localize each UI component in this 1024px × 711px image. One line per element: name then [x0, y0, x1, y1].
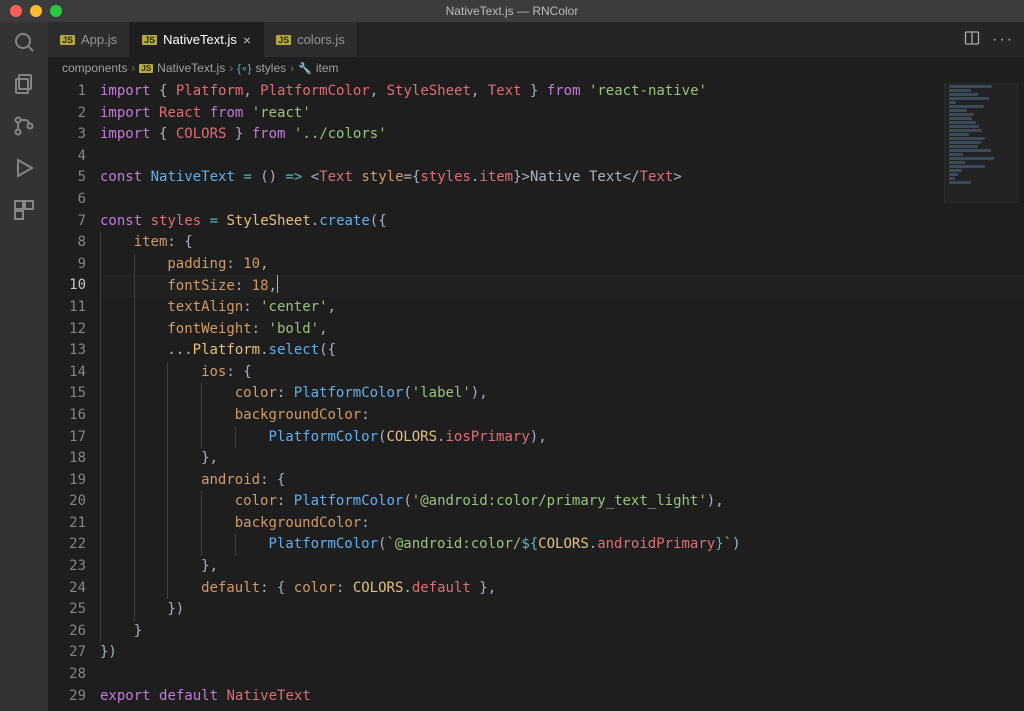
chevron-right-icon: › — [131, 61, 135, 75]
tab-nativetext-js[interactable]: JS NativeText.js × — [130, 22, 264, 57]
chevron-right-icon: › — [229, 61, 233, 75]
run-debug-icon[interactable] — [12, 156, 36, 180]
js-file-icon: JS — [276, 35, 291, 45]
chevron-right-icon: › — [290, 61, 294, 75]
window-close-button[interactable] — [10, 5, 22, 17]
editor-body[interactable]: 1 2 3 4 5 6 7 8 9 10 11 12 13 14 15 16 1… — [48, 79, 1024, 711]
tab-label: colors.js — [297, 32, 345, 47]
breadcrumb-folder[interactable]: components — [62, 61, 127, 75]
traffic-lights — [0, 5, 62, 17]
window-title: NativeText.js — RNColor — [0, 4, 1024, 18]
breadcrumb-symbol[interactable]: styles — [255, 61, 286, 75]
explorer-icon[interactable] — [12, 72, 36, 96]
editor-actions: ··· — [954, 22, 1024, 57]
tab-label: NativeText.js — [163, 32, 237, 47]
line-number-gutter: 1 2 3 4 5 6 7 8 9 10 11 12 13 14 15 16 1… — [48, 79, 100, 711]
search-icon[interactable] — [12, 30, 36, 54]
text-cursor — [277, 275, 278, 293]
source-control-icon[interactable] — [12, 114, 36, 138]
editor-area: JS App.js JS NativeText.js × JS colors.j… — [48, 22, 1024, 711]
tab-app-js[interactable]: JS App.js — [48, 22, 130, 57]
window-maximize-button[interactable] — [50, 5, 62, 17]
activity-bar — [0, 22, 48, 711]
symbol-variable-icon: {∘} — [237, 62, 251, 75]
minimap[interactable] — [944, 83, 1018, 203]
editor-tabs: JS App.js JS NativeText.js × JS colors.j… — [48, 22, 1024, 57]
tab-colors-js[interactable]: JS colors.js — [264, 22, 358, 57]
js-file-icon: JS — [139, 64, 153, 73]
breadcrumbs[interactable]: components › JS NativeText.js › {∘} styl… — [48, 57, 1024, 79]
close-icon[interactable]: × — [243, 33, 251, 47]
extensions-icon[interactable] — [12, 198, 36, 222]
window-titlebar: NativeText.js — RNColor — [0, 0, 1024, 22]
window-minimize-button[interactable] — [30, 5, 42, 17]
js-file-icon: JS — [60, 35, 75, 45]
js-file-icon: JS — [142, 35, 157, 45]
breadcrumb-symbol[interactable]: item — [316, 61, 339, 75]
breadcrumb-file[interactable]: NativeText.js — [157, 61, 225, 75]
more-actions-icon[interactable]: ··· — [992, 31, 1014, 49]
code-content[interactable]: import { Platform, PlatformColor, StyleS… — [100, 79, 1024, 711]
split-editor-icon[interactable] — [964, 30, 980, 49]
tab-label: App.js — [81, 32, 117, 47]
symbol-property-icon: 🔧 — [298, 62, 312, 75]
